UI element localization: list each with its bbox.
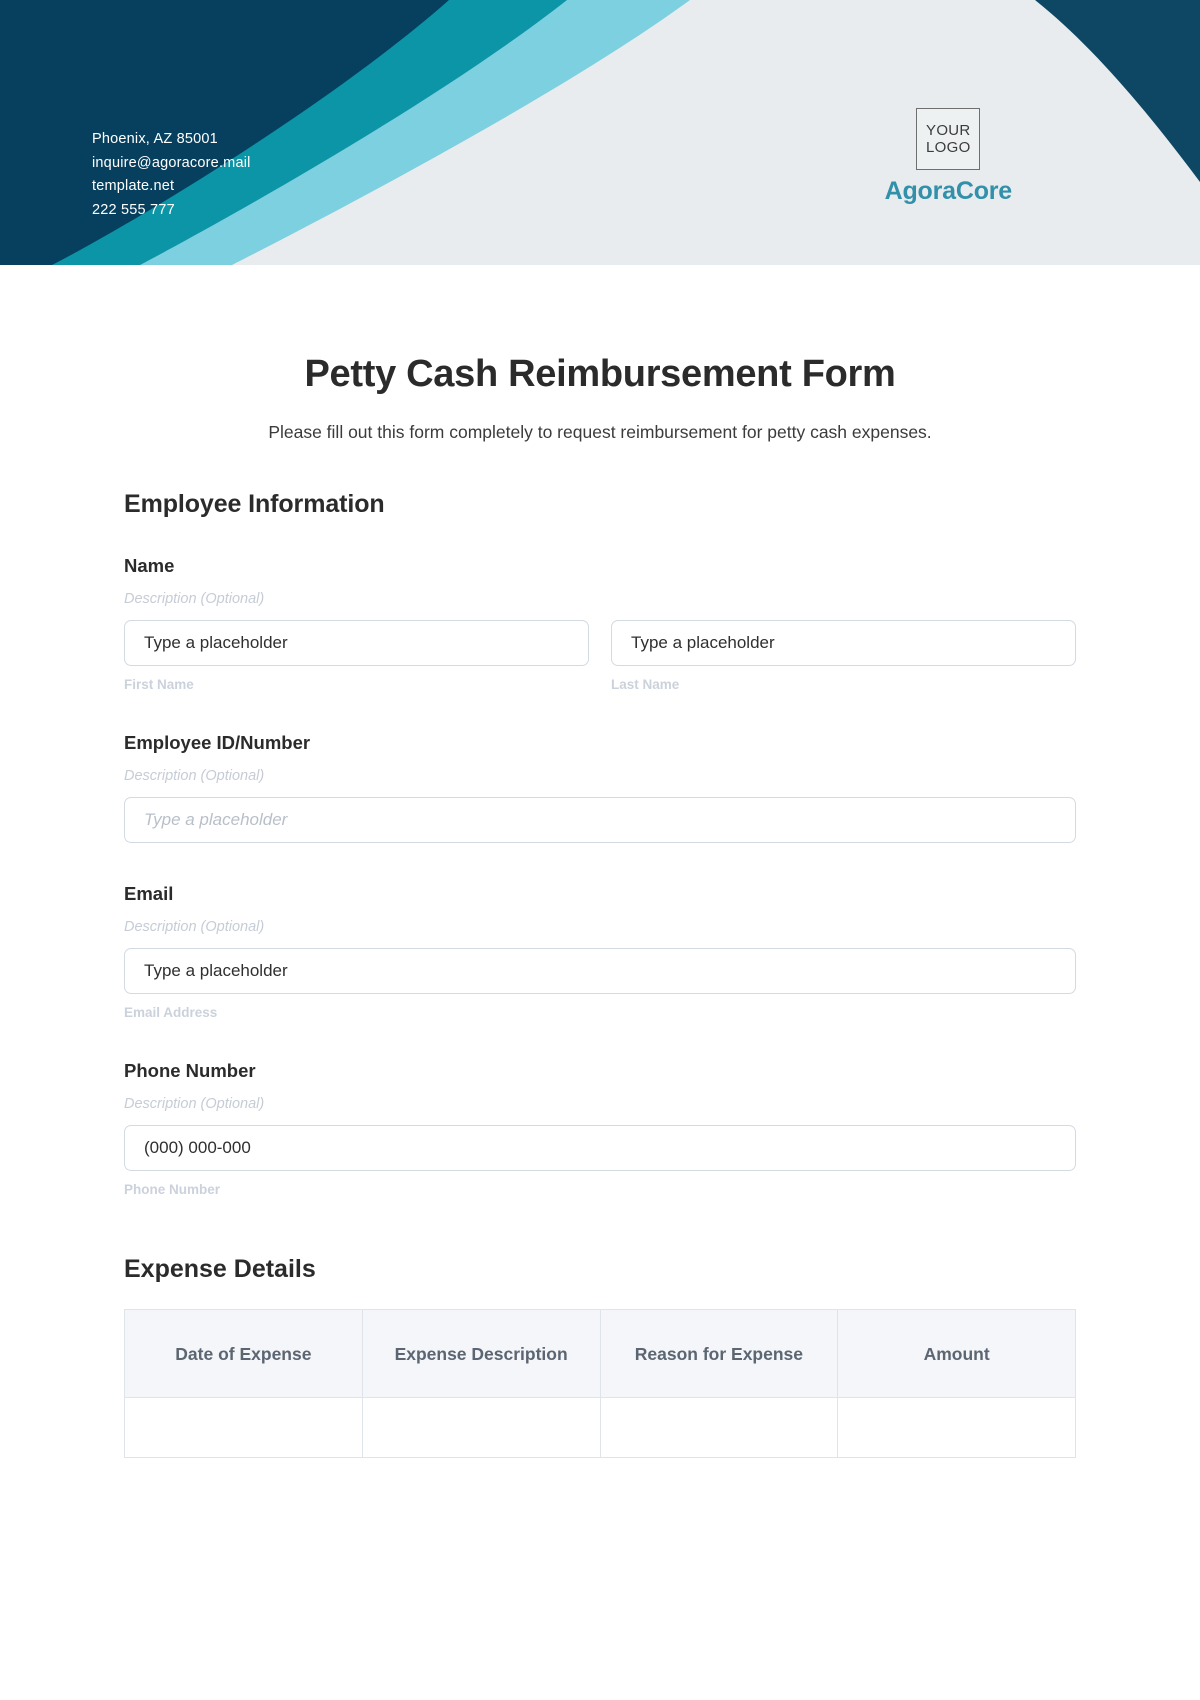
- brand-name: AgoraCore: [884, 177, 1013, 205]
- last-name-sublabel: Last Name: [611, 677, 680, 692]
- contact-info: Phoenix, AZ 85001 inquire@agoracore.mail…: [92, 128, 251, 222]
- employee-id-input-row: Type a placeholder: [124, 797, 1076, 843]
- contact-address: Phoenix, AZ 85001: [92, 131, 218, 147]
- last-name-column: Type a placeholder Last Name: [611, 620, 1076, 692]
- column-header-amount: Amount: [837, 1309, 1076, 1398]
- phone-sublabel: Phone Number: [124, 1182, 221, 1197]
- name-input-row: Type a placeholder First Name Type a pla…: [124, 620, 1076, 692]
- logo-placeholder-box: YOUR LOGO: [916, 108, 981, 170]
- field-name: Name Description (Optional) Type a place…: [124, 555, 1076, 692]
- section-heading-expense: Expense Details: [124, 1255, 316, 1283]
- field-label-email: Email: [124, 883, 174, 904]
- header-banner: Phoenix, AZ 85001 inquire@agoracore.mail…: [0, 0, 1200, 265]
- field-description-email: Description (Optional): [124, 919, 265, 935]
- section-heading-employee: Employee Information: [124, 490, 385, 518]
- field-description-phone: Description (Optional): [124, 1096, 265, 1112]
- phone-input-row: (000) 000-000 Phone Number: [124, 1125, 1076, 1197]
- field-email: Email Description (Optional) Type a plac…: [124, 883, 1076, 1020]
- cell-date[interactable]: [124, 1397, 363, 1458]
- cell-description[interactable]: [361, 1397, 601, 1458]
- brand-logo: YOUR LOGO AgoraCore: [885, 108, 1012, 206]
- page-subtitle: Please fill out this form completely to …: [268, 422, 932, 442]
- expense-details-table: Date of Expense Expense Description Reas…: [124, 1309, 1076, 1458]
- expense-table-header-row: Date of Expense Expense Description Reas…: [124, 1309, 1076, 1398]
- last-name-input[interactable]: Type a placeholder: [611, 620, 1076, 666]
- expense-table-head: Date of Expense Expense Description Reas…: [124, 1309, 1076, 1398]
- logo-line-1: YOUR: [926, 122, 971, 139]
- first-name-sublabel: First Name: [124, 677, 194, 692]
- field-label-phone: Phone Number: [124, 1060, 256, 1081]
- column-header-reason: Reason for Expense: [599, 1309, 839, 1398]
- table-row: [124, 1397, 1076, 1458]
- column-header-description: Expense Description: [361, 1309, 601, 1398]
- field-phone: Phone Number Description (Optional) (000…: [124, 1060, 1076, 1197]
- form-content: Petty Cash Reimbursement Form Please fil…: [0, 353, 1200, 1458]
- form-page: Phoenix, AZ 85001 inquire@agoracore.mail…: [0, 0, 1200, 1700]
- email-input-row: Type a placeholder Email Address: [124, 948, 1076, 1020]
- contact-email: inquire@agoracore.mail: [92, 154, 251, 171]
- phone-input[interactable]: (000) 000-000: [124, 1125, 1076, 1171]
- first-name-input[interactable]: Type a placeholder: [124, 620, 589, 666]
- email-input[interactable]: Type a placeholder: [124, 948, 1076, 994]
- field-label-name: Name: [124, 555, 175, 576]
- field-employee-id: Employee ID/Number Description (Optional…: [124, 732, 1076, 843]
- employee-id-column: Type a placeholder: [124, 797, 1076, 843]
- page-title: Petty Cash Reimbursement Form: [304, 353, 896, 395]
- email-column: Type a placeholder Email Address: [124, 948, 1076, 1020]
- cell-amount[interactable]: [837, 1397, 1076, 1458]
- first-name-column: Type a placeholder First Name: [124, 620, 589, 692]
- contact-website: template.net: [92, 178, 175, 194]
- expense-table-body: [124, 1397, 1076, 1458]
- email-sublabel: Email Address: [124, 1005, 218, 1020]
- contact-phone: 222 555 777: [92, 201, 175, 218]
- field-label-employee-id: Employee ID/Number: [124, 732, 311, 753]
- cell-reason[interactable]: [599, 1397, 839, 1458]
- logo-line-2: LOGO: [926, 139, 971, 156]
- column-header-date: Date of Expense: [124, 1309, 363, 1398]
- employee-id-input[interactable]: Type a placeholder: [124, 797, 1076, 843]
- field-description-employee-id: Description (Optional): [124, 768, 265, 784]
- phone-column: (000) 000-000 Phone Number: [124, 1125, 1076, 1197]
- field-description-name: Description (Optional): [124, 591, 265, 607]
